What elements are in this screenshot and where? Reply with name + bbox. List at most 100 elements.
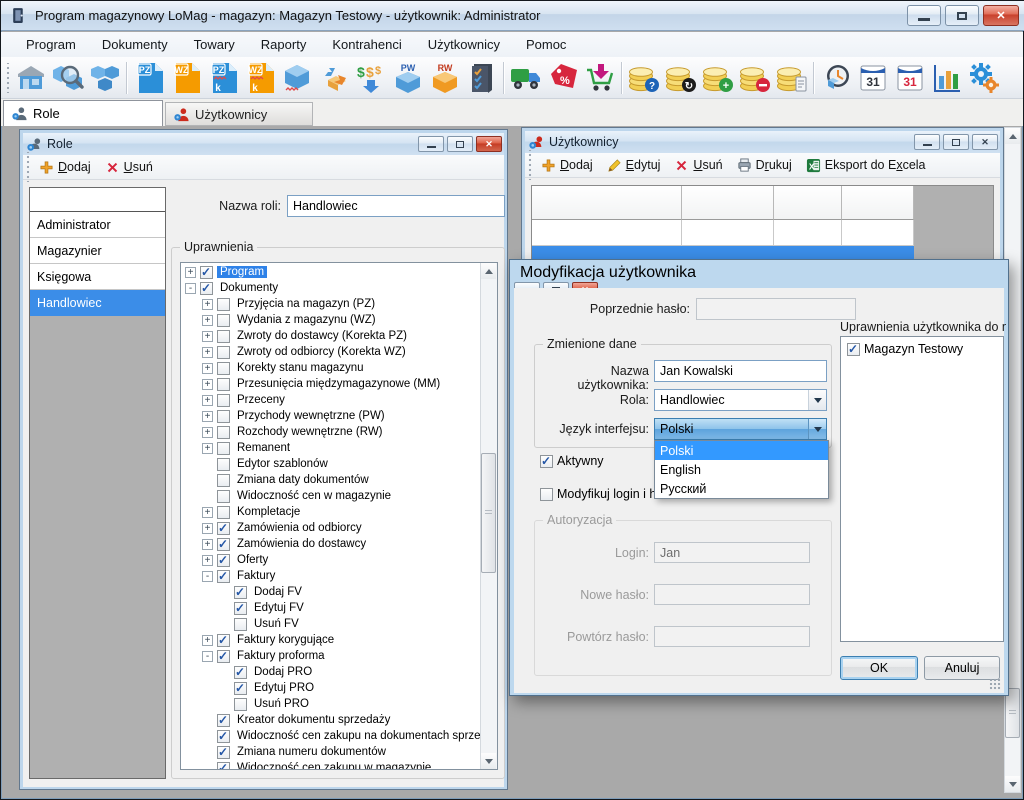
- username-input[interactable]: [654, 360, 827, 382]
- expand-icon[interactable]: +: [202, 539, 213, 550]
- coins-add-icon[interactable]: +: [699, 59, 736, 96]
- users-close-button[interactable]: ✕: [972, 134, 998, 150]
- tree-checkbox[interactable]: [217, 442, 230, 455]
- tree-item-label[interactable]: Zwroty do dostawcy (Korekta PZ): [234, 330, 410, 342]
- tree-checkbox[interactable]: [217, 650, 230, 663]
- cancel-button[interactable]: Anuluj: [924, 656, 1000, 680]
- scroll-down-icon[interactable]: [1009, 782, 1017, 787]
- expand-icon[interactable]: +: [202, 555, 213, 566]
- tree-item[interactable]: Widoczność cen w magazynie: [181, 488, 480, 504]
- tree-item-label[interactable]: Edytor szablonów: [234, 458, 331, 470]
- tree-item-label[interactable]: Remanent: [234, 442, 293, 454]
- role-list-item[interactable]: Księgowa: [30, 264, 165, 290]
- expand-icon[interactable]: +: [185, 267, 196, 278]
- coins-report-icon[interactable]: [773, 59, 810, 96]
- collapse-icon[interactable]: -: [185, 283, 196, 294]
- tree-item-label[interactable]: Przyjęcia na magazyn (PZ): [234, 298, 378, 310]
- role-maximize-button[interactable]: [447, 136, 473, 152]
- tree-item[interactable]: + Przyjęcia na magazyn (PZ): [181, 296, 480, 312]
- tree-checkbox[interactable]: [217, 746, 230, 759]
- tree-checkbox[interactable]: [217, 570, 230, 583]
- goods-icon[interactable]: [86, 59, 123, 96]
- column-header[interactable]: [842, 186, 914, 220]
- tree-checkbox[interactable]: [217, 522, 230, 535]
- menu-item-towary[interactable]: Towary: [181, 34, 248, 55]
- role-name-input[interactable]: [287, 195, 505, 217]
- tree-checkbox[interactable]: [217, 538, 230, 551]
- warehouse-checkbox[interactable]: [847, 343, 860, 356]
- tree-item[interactable]: + Program: [181, 264, 480, 280]
- tree-item[interactable]: + Remanent: [181, 440, 480, 456]
- tab-uytkownicy[interactable]: Użytkownicy: [165, 102, 313, 126]
- tree-checkbox[interactable]: [234, 682, 247, 695]
- expand-icon[interactable]: +: [202, 443, 213, 454]
- tree-item-label[interactable]: Edytuj PRO: [251, 682, 317, 694]
- tree-checkbox[interactable]: [217, 490, 230, 503]
- tree-item[interactable]: +Przychody wewnętrzne (PW): [181, 408, 480, 424]
- active-checkbox-row[interactable]: Aktywny: [540, 454, 604, 468]
- tree-item-label[interactable]: Dodaj PRO: [251, 666, 315, 678]
- discount-tag-icon[interactable]: %: [544, 59, 581, 96]
- tree-checkbox[interactable]: [217, 634, 230, 647]
- tree-item-label[interactable]: Program: [217, 266, 267, 278]
- tree-item[interactable]: + Faktury korygujące: [181, 632, 480, 648]
- users-minimize-button[interactable]: [914, 134, 940, 150]
- doc-pz-icon[interactable]: PZ: [130, 59, 167, 96]
- tree-item-label[interactable]: Przesunięcia międzymagazynowe (MM): [234, 378, 443, 390]
- tree-checkbox[interactable]: [217, 378, 230, 391]
- resize-grip[interactable]: [989, 678, 1001, 690]
- tab-role[interactable]: Role: [3, 100, 163, 126]
- expand-icon[interactable]: +: [202, 331, 213, 342]
- language-combobox[interactable]: Polski: [654, 418, 827, 440]
- expand-icon[interactable]: +: [202, 347, 213, 358]
- tree-checkbox[interactable]: [217, 346, 230, 359]
- tree-item[interactable]: +Zamówienia do dostawcy: [181, 536, 480, 552]
- tree-checkbox[interactable]: [217, 298, 230, 311]
- doc-pz-correction-icon[interactable]: PZ k: [204, 59, 241, 96]
- tree-item[interactable]: +Przeceny: [181, 392, 480, 408]
- tree-item[interactable]: +Zamówienia od odbiorcy: [181, 520, 480, 536]
- menu-item-raporty[interactable]: Raporty: [248, 34, 320, 55]
- stocktaking-icon[interactable]: [463, 59, 500, 96]
- tree-item[interactable]: Edytuj PRO: [181, 680, 480, 696]
- menu-item-uytkownicy[interactable]: Użytkownicy: [415, 34, 513, 55]
- tree-item-label[interactable]: Przychody wewnętrzne (PW): [234, 410, 388, 422]
- expand-icon[interactable]: +: [202, 635, 213, 646]
- language-option-polski[interactable]: Polski: [655, 441, 828, 460]
- coins-remove-icon[interactable]: [736, 59, 773, 96]
- tree-item-label[interactable]: Kompletacje: [234, 506, 303, 518]
- tree-item-label[interactable]: Widoczność cen zakupu w magazynie: [234, 762, 434, 770]
- tree-item-label[interactable]: Kreator dokumentu sprzedaży: [234, 714, 393, 726]
- role-list-item[interactable]: Administrator: [30, 212, 165, 238]
- tree-item[interactable]: Kreator dokumentu sprzedaży: [181, 712, 480, 728]
- column-header[interactable]: [532, 186, 682, 220]
- role-combobox[interactable]: Handlowiec: [654, 389, 827, 411]
- expand-icon[interactable]: +: [202, 299, 213, 310]
- tree-checkbox[interactable]: [234, 666, 247, 679]
- tree-item-label[interactable]: Zmiana numeru dokumentów: [234, 746, 389, 758]
- tree-item-label[interactable]: Faktury korygujące: [234, 634, 337, 646]
- tree-checkbox[interactable]: [217, 330, 230, 343]
- box-damage-icon[interactable]: [278, 59, 315, 96]
- tree-item[interactable]: Dodaj PRO: [181, 664, 480, 680]
- transfer-mm-icon[interactable]: [315, 59, 352, 96]
- box-pw-icon[interactable]: PW: [389, 59, 426, 96]
- role-list-item[interactable]: Handlowiec: [30, 290, 165, 316]
- tree-item[interactable]: Dodaj FV: [181, 584, 480, 600]
- users-add-button[interactable]: Dodaj: [534, 156, 600, 175]
- calendar-red-icon[interactable]: 31: [891, 59, 928, 96]
- tree-item-label[interactable]: Edytuj FV: [251, 602, 307, 614]
- tree-item[interactable]: Widoczność cen zakupu na dokumentach spr…: [181, 728, 480, 744]
- expand-icon[interactable]: +: [202, 507, 213, 518]
- tree-item-label[interactable]: Usuń PRO: [251, 698, 312, 710]
- menu-item-program[interactable]: Program: [13, 34, 89, 55]
- tree-checkbox[interactable]: [217, 714, 230, 727]
- price-change-icon[interactable]: $$$: [352, 59, 389, 96]
- tree-checkbox[interactable]: [217, 426, 230, 439]
- tree-item[interactable]: +Zwroty od odbiorcy (Korekta WZ): [181, 344, 480, 360]
- tree-item[interactable]: -Faktury proforma: [181, 648, 480, 664]
- column-header[interactable]: [682, 186, 774, 220]
- tree-item[interactable]: Edytuj FV: [181, 600, 480, 616]
- expand-icon[interactable]: +: [202, 315, 213, 326]
- doc-wz-icon[interactable]: WZ: [167, 59, 204, 96]
